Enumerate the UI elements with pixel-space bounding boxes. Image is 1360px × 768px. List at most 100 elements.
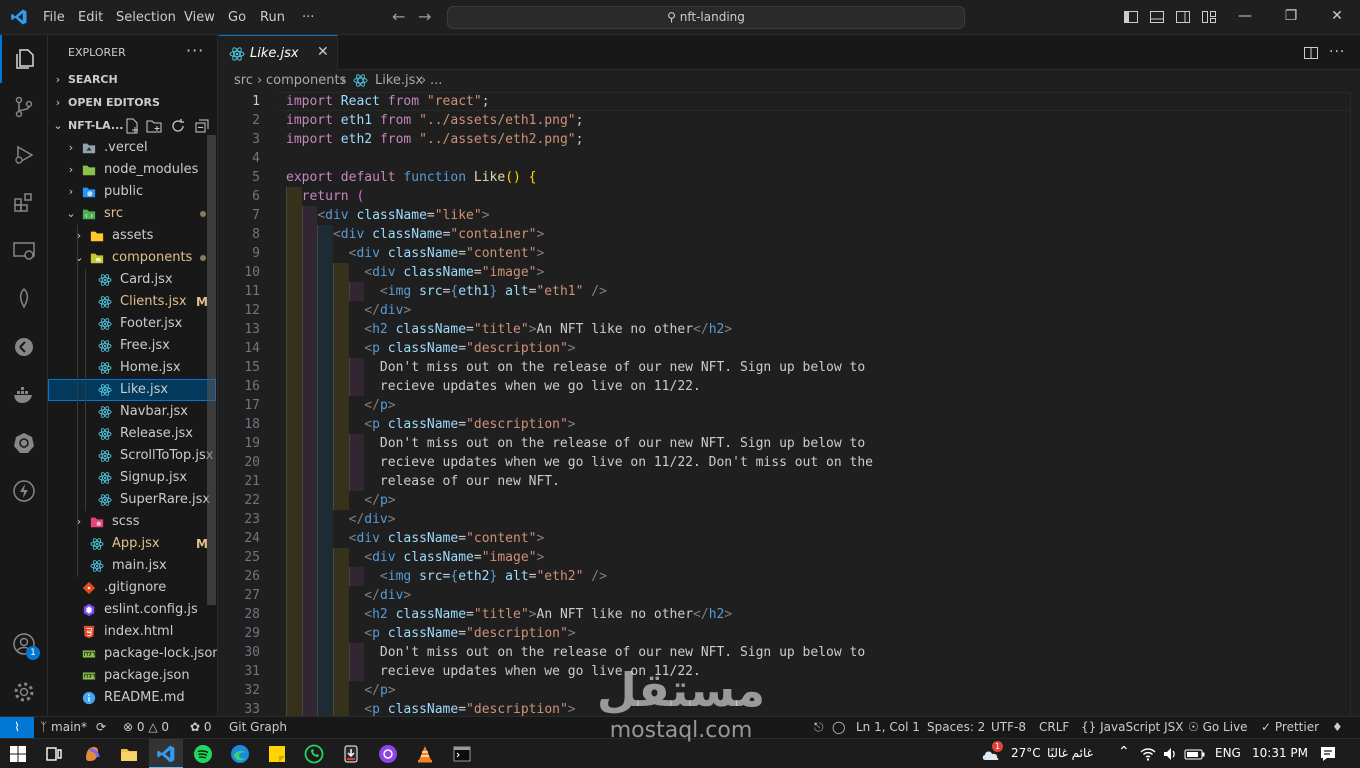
breadcrumb-src[interactable]: src [234,70,253,92]
menu-more[interactable]: ··· [302,0,314,35]
copilot-icon[interactable] [82,744,102,764]
windows-start-icon[interactable] [8,744,28,764]
tree-item[interactable]: › .vercel [48,137,216,159]
speaker-icon[interactable] [1162,744,1178,764]
tree-item[interactable]: Release.jsx [48,423,216,445]
download-manager-icon[interactable] [341,744,361,764]
spotify-icon[interactable] [193,744,213,764]
tree-item[interactable]: README.md [48,687,216,709]
back-arrow-icon[interactable]: ← [392,7,405,26]
menu-go[interactable]: Go [228,0,246,35]
notifications-icon[interactable]: ♦ [1332,717,1343,738]
tree-item[interactable]: App.jsx M [48,533,216,555]
tree-item[interactable]: package.json [48,665,216,687]
vscode-logo-icon[interactable] [10,8,28,26]
extensions-activity[interactable] [0,179,48,227]
branch-status[interactable]: ᛉ main* [40,717,87,738]
tree-item[interactable]: › node_modules [48,159,216,181]
menu-edit[interactable]: Edit [78,0,103,35]
docker-activity[interactable] [0,371,48,419]
battery-icon[interactable] [1184,744,1206,764]
timeline-icon[interactable]: ⎋ [814,717,824,738]
breadcrumb-file[interactable]: Like.jsx [375,70,423,92]
remote-explorer-activity[interactable] [0,227,48,275]
section-open-editors[interactable]: › OPEN EDITORS [48,92,217,114]
section-search[interactable]: › SEARCH [48,69,217,91]
tree-item[interactable]: Home.jsx [48,357,216,379]
tree-item[interactable]: ScrollToTop.jsx [48,445,216,467]
tree-item[interactable]: Footer.jsx [48,313,216,335]
cursor-position[interactable]: Ln 1, Col 1 [856,717,920,738]
thunder-client-activity[interactable] [0,467,48,515]
breadcrumb-components[interactable]: components [266,70,346,92]
kubernetes-activity[interactable] [0,419,48,467]
task-view-icon[interactable] [44,744,64,764]
forward-arrow-icon[interactable]: → [418,7,431,26]
eol-status[interactable]: CRLF [1039,717,1069,738]
tree-item[interactable]: package-lock.json [48,643,217,665]
mongodb-activity[interactable] [0,275,48,323]
menu-view[interactable]: View [184,0,215,35]
manage-activity[interactable] [0,668,48,716]
podcast-app-icon[interactable] [378,744,398,764]
menu-selection[interactable]: Selection [116,0,176,35]
vlc-icon[interactable] [415,744,435,764]
customize-layout-icon[interactable] [1201,9,1217,25]
indentation-status[interactable]: Spaces: 2 [927,717,985,738]
restore-button[interactable]: ❐ [1268,0,1314,35]
close-window-button[interactable]: ✕ [1314,0,1360,35]
new-folder-icon[interactable] [146,118,162,134]
minimize-button[interactable]: — [1222,0,1268,35]
encoding-status[interactable]: UTF-8 [991,717,1026,738]
edge-icon[interactable] [230,744,250,764]
prettier-status[interactable]: ✓ Prettier [1261,717,1319,738]
toggle-secondary-sidebar-icon[interactable] [1175,9,1191,25]
ports-status[interactable]: ✿ 0 [190,717,212,738]
sidebar-scrollbar[interactable] [207,135,216,605]
tree-item[interactable]: › assets [48,225,216,247]
tree-item[interactable]: ⌄ components [48,247,216,269]
tree-item[interactable]: Like.jsx [48,379,216,401]
explorer-more-icon[interactable]: ··· [186,41,204,60]
whatsapp-icon[interactable] [304,744,324,764]
gitlens-activity[interactable] [0,323,48,371]
tree-item[interactable]: Navbar.jsx [48,401,216,423]
tree-item[interactable]: Card.jsx [48,269,216,291]
problems-status[interactable]: ⊗ 0 △ 0 [123,717,169,738]
sync-icon[interactable]: ⟳ [96,717,106,738]
menu-file[interactable]: File [43,0,65,35]
go-live-status[interactable]: ☉ Go Live [1188,717,1248,738]
tree-item[interactable]: Clients.jsx M [48,291,216,313]
sticky-notes-icon[interactable] [267,744,287,764]
notification-center-icon[interactable] [1318,744,1338,764]
accounts-activity[interactable]: 1 [0,620,48,668]
source-control-activity[interactable] [0,83,48,131]
tree-item[interactable]: Free.jsx [48,335,216,357]
tab-like-jsx[interactable]: Like.jsx ✕ [219,35,338,70]
run-debug-activity[interactable] [0,131,48,179]
tree-item[interactable]: eslint.config.js [48,599,216,621]
weather-temperature[interactable]: 27°C [1011,746,1041,760]
tree-item[interactable]: index.html [48,621,216,643]
tree-item[interactable]: › scss [48,511,216,533]
toggle-panel-icon[interactable] [1149,9,1165,25]
breadcrumb-symbol[interactable]: ... [430,70,442,92]
editor-scrollbar[interactable] [1350,92,1360,716]
remote-indicator[interactable]: ⌇ [0,717,34,739]
explorer-activity[interactable] [0,35,48,83]
toggle-primary-sidebar-icon[interactable] [1123,9,1139,25]
code-editor[interactable]: 1 import React from "react"; 2 import eth1 … [219,92,1350,716]
refresh-icon[interactable] [170,118,186,134]
split-editor-icon[interactable] [1303,45,1319,61]
tree-item[interactable]: SuperRare.jsx [48,489,216,511]
terminal-icon[interactable] [452,744,472,764]
wifi-icon[interactable] [1140,744,1156,764]
new-file-icon[interactable] [124,118,140,134]
tree-item[interactable]: ⌄ src [48,203,216,225]
editor-more-icon[interactable]: ··· [1329,44,1345,60]
menu-run[interactable]: Run [260,0,285,35]
tree-item[interactable]: › public [48,181,216,203]
clock[interactable]: 10:31 PM [1252,746,1308,760]
command-center-search[interactable]: ⚲ nft-landing [447,6,965,29]
chevron-up-icon[interactable]: ⌃ [1118,744,1130,760]
